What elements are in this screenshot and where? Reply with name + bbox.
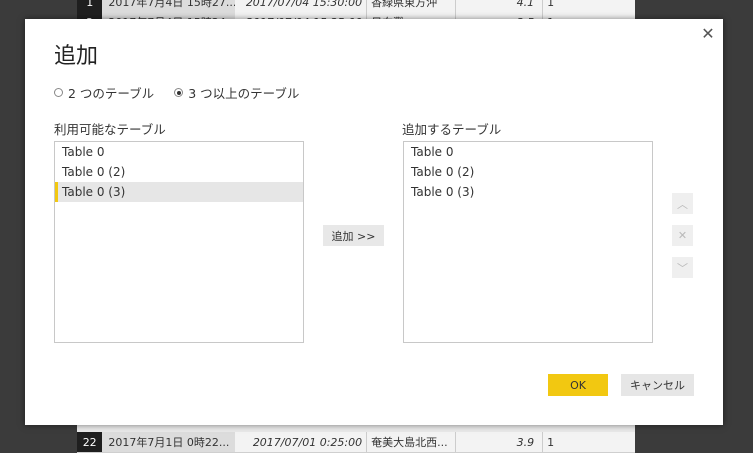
list-item[interactable]: Table 0 (2) — [404, 162, 652, 182]
radio-three-or-more-tables[interactable]: 3 つ以上のテーブル — [174, 83, 299, 102]
ok-button[interactable]: OK — [548, 374, 608, 396]
cell: 2017/07/01 0:25:00 — [252, 435, 363, 449]
cell: 奄美大島北西... — [366, 432, 455, 452]
available-tables-label: 利用可能なテーブル — [54, 122, 166, 137]
list-item-selected[interactable]: Table 0 (3) — [55, 182, 303, 202]
list-item[interactable]: Table 0 — [55, 142, 303, 162]
cell: 1 — [542, 0, 635, 12]
radio-label: 3 つ以上のテーブル — [188, 86, 300, 101]
radio-two-tables[interactable]: 2 つのテーブル — [54, 83, 154, 102]
row-number: 22 — [77, 432, 103, 452]
close-icon[interactable]: ✕ — [699, 25, 717, 43]
cell: 4.1 — [455, 0, 542, 12]
chevron-down-icon: ﹀ — [677, 261, 688, 275]
table-count-radio-group: 2 つのテーブル 3 つ以上のテーブル — [54, 83, 299, 102]
append-dialog: ✕ 追加 2 つのテーブル 3 つ以上のテーブル 利用可能なテーブル 追加するテ… — [25, 19, 723, 425]
available-tables-list[interactable]: Table 0 Table 0 (2) Table 0 (3) — [54, 141, 304, 343]
radio-label: 2 つのテーブル — [68, 86, 155, 101]
list-item[interactable]: Table 0 (2) — [55, 162, 303, 182]
cancel-button[interactable]: キャンセル — [621, 374, 694, 396]
chevron-up-icon: ︿ — [677, 197, 688, 211]
move-up-button[interactable]: ︿ — [672, 193, 693, 214]
cell: 3.9 — [455, 432, 542, 452]
cell: 1 — [542, 432, 635, 452]
radio-checked-icon — [174, 88, 184, 97]
list-item[interactable]: Table 0 (3) — [404, 182, 652, 202]
append-tables-label: 追加するテーブル — [402, 122, 502, 137]
append-tables-list[interactable]: Table 0 Table 0 (2) Table 0 (3) — [403, 141, 653, 343]
close-icon: ✕ — [677, 229, 688, 242]
row-number: 1 — [77, 0, 103, 12]
list-item[interactable]: Table 0 — [404, 142, 652, 162]
cell: 2017年7月4日 15時27... — [102, 0, 236, 12]
cell: 2017年7月1日 0時22... — [102, 432, 236, 452]
radio-unchecked-icon — [54, 88, 63, 97]
cell: 2017/07/04 15:30:00 — [245, 0, 363, 9]
cell: 香緑県東方沖 — [366, 0, 455, 12]
move-down-button[interactable]: ﹀ — [672, 257, 693, 278]
remove-button[interactable]: ✕ — [672, 225, 693, 246]
dialog-title: 追加 — [54, 44, 99, 69]
add-button[interactable]: 追加 >> — [323, 225, 384, 246]
